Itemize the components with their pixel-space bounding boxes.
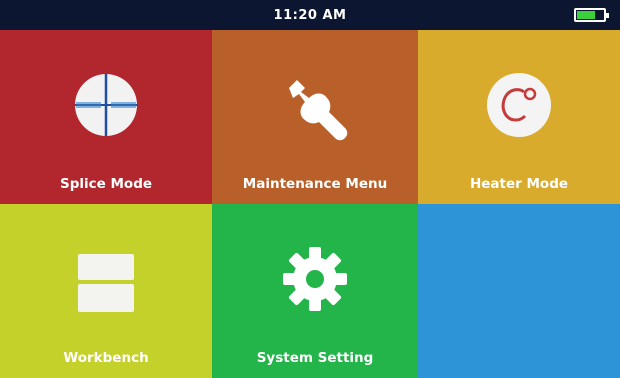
tile-system-setting[interactable]: System Setting bbox=[212, 204, 418, 378]
battery-terminal bbox=[606, 13, 609, 18]
status-bar: 11:20 AM bbox=[0, 0, 620, 30]
tile-label: Heater Mode bbox=[469, 176, 569, 192]
tile-label: Workbench bbox=[63, 350, 149, 366]
celsius-icon bbox=[487, 73, 551, 137]
gear-icon bbox=[283, 247, 347, 311]
crosshair-splice-icon bbox=[75, 74, 137, 136]
tile-empty bbox=[418, 204, 620, 378]
tile-splice-mode[interactable]: Splice Mode bbox=[0, 30, 212, 204]
fusion-splicer-screen: 11:20 AM Splice Mode Maintenance Menu He… bbox=[0, 0, 620, 378]
tile-heater-mode[interactable]: Heater Mode bbox=[418, 30, 620, 204]
tile-label: System Setting bbox=[256, 350, 374, 366]
tile-maintenance-menu[interactable]: Maintenance Menu bbox=[212, 30, 418, 204]
battery-icon bbox=[574, 8, 609, 22]
tile-workbench[interactable]: Workbench bbox=[0, 204, 212, 378]
clock: 11:20 AM bbox=[273, 7, 347, 23]
wrench-icon bbox=[289, 80, 348, 141]
tile-label: Maintenance Menu bbox=[242, 176, 388, 192]
tile-label: Splice Mode bbox=[59, 176, 153, 192]
workbench-panels-icon bbox=[78, 254, 134, 312]
battery-level bbox=[577, 11, 596, 19]
